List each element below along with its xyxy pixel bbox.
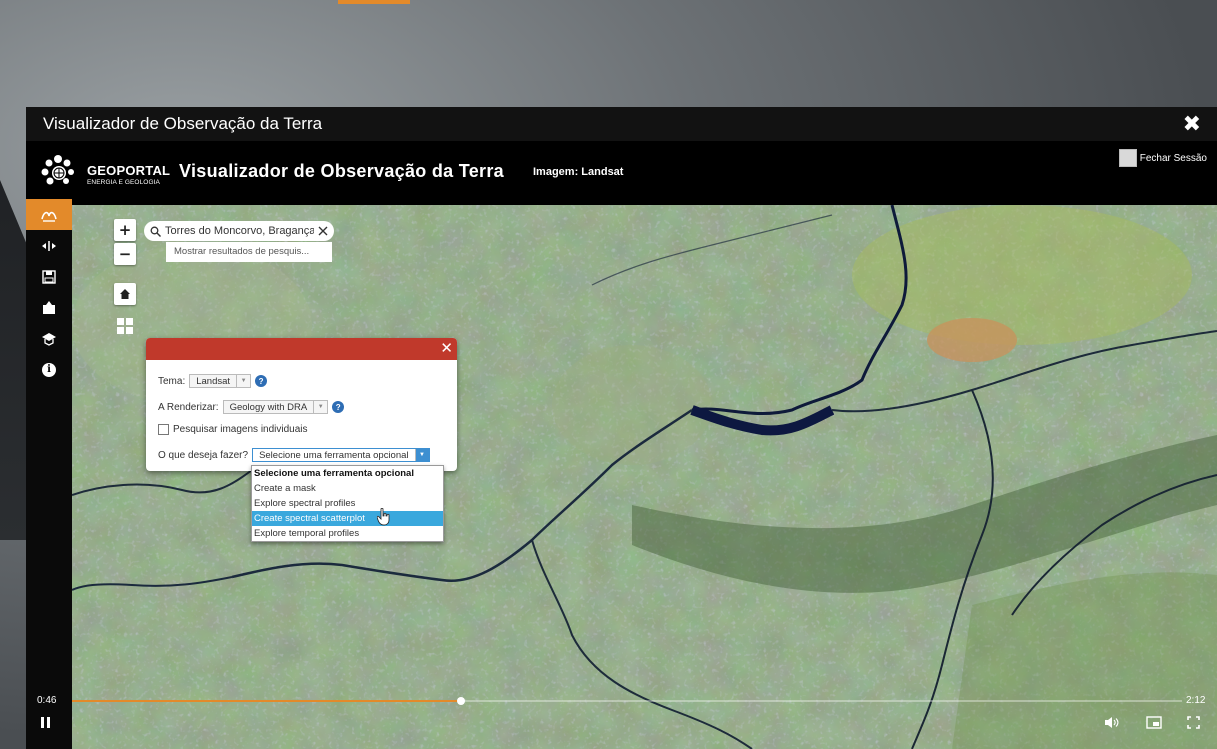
search-input[interactable]: Torres do Moncorvo, Bragança, — [165, 225, 314, 237]
satellite-map[interactable]: + − Torres do Moncorvo, Bragança, Mostra… — [72, 205, 1217, 749]
layers-icon[interactable] — [26, 199, 72, 230]
map-terrain — [72, 205, 1217, 749]
logo-line2: ENERGIA E GEOLOGIA — [87, 179, 160, 186]
video-scrubber-handle[interactable] — [456, 697, 465, 705]
zoom-in-button[interactable]: + — [114, 219, 136, 241]
render-row: A Renderizar: Geology with DRA ▼ ? — [158, 400, 345, 414]
app-title: Visualizador de Observação da Terra — [179, 161, 504, 181]
background-accent-bar — [338, 0, 410, 4]
tema-value: Landsat — [196, 375, 231, 387]
search-images-checkbox[interactable] — [158, 424, 169, 435]
image-type-label: Imagem: Landsat — [533, 166, 624, 178]
panel-header: ✕ — [146, 338, 457, 360]
render-value: Geology with DRA — [229, 401, 308, 413]
task-dropdown-list: Selecione uma ferramenta opcional Create… — [251, 465, 444, 542]
task-value: Selecione uma ferramenta opcional — [259, 449, 409, 461]
pause-button[interactable] — [40, 716, 51, 733]
chevron-down-icon: ▼ — [236, 375, 250, 387]
show-search-results[interactable]: Mostrar resultados de pesquis... — [166, 242, 332, 262]
logout-label: Fechar Sessão — [1139, 152, 1207, 164]
dropdown-option[interactable]: Selecione uma ferramenta opcional — [252, 466, 443, 481]
video-duration: 2:12 — [1186, 695, 1206, 706]
picture-in-picture-button[interactable] — [1146, 716, 1162, 733]
panel-close-icon[interactable]: ✕ — [440, 339, 453, 357]
home-icon — [120, 289, 130, 299]
education-icon[interactable] — [26, 323, 72, 354]
chevron-down-icon: ▼ — [414, 449, 429, 461]
fullscreen-button[interactable] — [1187, 716, 1200, 733]
task-label: O que deseja fazer? — [158, 449, 249, 461]
tema-label: Tema: — [158, 375, 186, 387]
home-button[interactable] — [114, 283, 136, 305]
dropdown-option[interactable]: Explore spectral profiles — [252, 496, 443, 511]
dropdown-option[interactable]: Create a mask — [252, 481, 443, 496]
tema-select[interactable]: Landsat ▼ — [189, 374, 252, 388]
task-row: O que deseja fazer? Selecione uma ferram… — [158, 448, 430, 462]
render-select[interactable]: Geology with DRA ▼ — [222, 400, 329, 414]
side-toolbar: i — [26, 199, 72, 749]
help-icon[interactable]: ? — [255, 375, 268, 387]
geoportal-logo-icon — [41, 155, 74, 185]
export-icon[interactable] — [26, 292, 72, 323]
geoportal-logo-text: GEOPORTAL ENERGIA E GEOLOGIA — [87, 163, 170, 186]
clear-search-icon[interactable] — [318, 226, 328, 236]
volume-button[interactable] — [1104, 716, 1119, 733]
modal-close-button[interactable]: ✖ — [1183, 114, 1201, 136]
basemap-gallery-icon[interactable] — [117, 318, 133, 334]
app-header: GEOPORTAL ENERGIA E GEOLOGIA Visualizado… — [26, 141, 1217, 205]
modal-title: Visualizador de Observação da Terra — [43, 114, 323, 133]
render-panel: ✕ Tema: Landsat ▼ ? A Renderizar: Geolog… — [146, 338, 457, 471]
task-select[interactable]: Selecione uma ferramenta opcional ▼ — [252, 448, 430, 462]
info-icon[interactable]: i — [26, 354, 72, 385]
search-icon — [150, 226, 161, 237]
dropdown-option-highlighted[interactable]: Create spectral scatterplot — [252, 511, 443, 526]
pause-icon — [41, 717, 50, 728]
render-label: A Renderizar: — [158, 401, 219, 413]
video-progress-bar[interactable] — [72, 697, 1182, 705]
swipe-icon[interactable] — [26, 230, 72, 261]
search-images-label: Pesquisar imagens individuais — [173, 424, 308, 435]
logout-button[interactable]: Fechar Sessão — [1118, 149, 1207, 167]
help-icon[interactable]: ? — [332, 401, 345, 413]
video-progress-fill — [72, 700, 461, 702]
video-modal: Visualizador de Observação da Terra ✖ GE… — [26, 107, 1217, 749]
modal-titlebar: Visualizador de Observação da Terra — [26, 107, 1217, 141]
chevron-down-icon: ▼ — [313, 401, 327, 413]
fullscreen-icon — [1187, 716, 1200, 729]
tema-row: Tema: Landsat ▼ ? — [158, 374, 268, 388]
video-current-time: 0:46 — [37, 695, 57, 706]
dropdown-option[interactable]: Explore temporal profiles — [252, 526, 443, 541]
user-avatar — [1118, 149, 1137, 167]
zoom-out-button[interactable]: − — [114, 243, 136, 265]
save-icon[interactable] — [26, 261, 72, 292]
location-search[interactable]: Torres do Moncorvo, Bragança, — [144, 221, 334, 241]
logo-line1: GEOPORTAL — [87, 163, 171, 178]
hand-cursor-icon — [377, 508, 390, 526]
picture-in-picture-icon — [1146, 716, 1162, 729]
volume-icon — [1105, 717, 1119, 728]
search-images-row: Pesquisar imagens individuais — [158, 424, 308, 435]
